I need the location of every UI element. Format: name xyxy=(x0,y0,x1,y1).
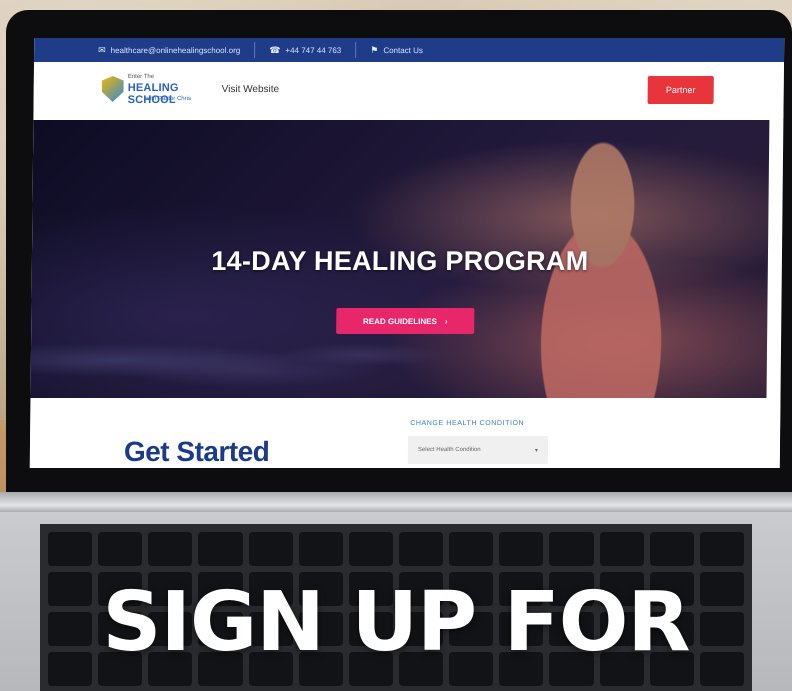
key xyxy=(599,532,644,566)
topbar-contact[interactable]: ⚑ Contact Us xyxy=(370,45,423,56)
site-logo[interactable]: Enter The HEALING SCHOOL with Pastor Chr… xyxy=(102,74,212,108)
key xyxy=(298,532,343,566)
topbar-contact-text: Contact Us xyxy=(383,45,423,55)
key xyxy=(48,532,93,566)
site-header: Enter The HEALING SCHOOL with Pastor Chr… xyxy=(33,62,785,118)
logo-sub-text: with Pastor Chris xyxy=(145,96,192,102)
hero-title: 14-DAY HEALING PROGRAM xyxy=(211,246,589,276)
partner-button[interactable]: Partner xyxy=(647,76,714,104)
phone-icon: ☎ xyxy=(269,44,281,55)
laptop-hinge xyxy=(0,492,792,514)
key xyxy=(449,532,494,566)
key xyxy=(98,532,143,566)
key xyxy=(348,532,393,566)
key xyxy=(699,532,744,566)
key xyxy=(148,532,193,566)
topbar-phone-text: +44 747 44 763 xyxy=(285,45,342,55)
visit-website-link[interactable]: Visit Website xyxy=(222,84,280,95)
key xyxy=(198,532,243,566)
chevron-right-icon: › xyxy=(444,316,448,326)
logo-small-text: Enter The xyxy=(127,74,155,80)
topbar-email[interactable]: ✉ healthcare@onlinehealingschool.org xyxy=(98,45,240,56)
read-guidelines-label: READ GUIDELINES xyxy=(363,316,437,326)
get-started-section: Get Started CHANGE HEALTH CONDITION Sele… xyxy=(29,398,781,468)
read-guidelines-button[interactable]: READ GUIDELINES › xyxy=(336,308,475,334)
laptop-screen: ✉ healthcare@onlinehealingschool.org ☎ +… xyxy=(29,38,785,468)
dropdown-arrow-icon: ▾ xyxy=(534,447,538,454)
key xyxy=(549,532,594,566)
logo-main-text: HEALING SCHOOL xyxy=(127,82,179,106)
get-started-heading: Get Started xyxy=(123,436,270,467)
topbar-email-text: healthcare@onlinehealingschool.org xyxy=(110,45,241,55)
key xyxy=(398,532,444,566)
shield-logo-icon xyxy=(102,76,124,102)
condition-label: CHANGE HEALTH CONDITION xyxy=(410,420,525,427)
key xyxy=(248,532,293,566)
site-topbar: ✉ healthcare@onlinehealingschool.org ☎ +… xyxy=(34,38,785,62)
mail-icon: ✉ xyxy=(98,44,106,55)
key xyxy=(649,532,694,566)
hero-banner: 14-DAY HEALING PROGRAM READ GUIDELINES › xyxy=(30,120,770,398)
topbar-divider xyxy=(355,42,357,58)
overlay-headline: SIGN UP FOR xyxy=(102,575,690,670)
health-condition-value: Select Health Condition xyxy=(417,447,481,453)
contact-icon: ⚑ xyxy=(370,44,379,55)
health-condition-select[interactable]: Select Health Condition ▾ xyxy=(407,436,549,464)
key xyxy=(499,532,544,566)
topbar-divider xyxy=(254,42,256,58)
topbar-phone[interactable]: ☎ +44 747 44 763 xyxy=(269,45,341,56)
